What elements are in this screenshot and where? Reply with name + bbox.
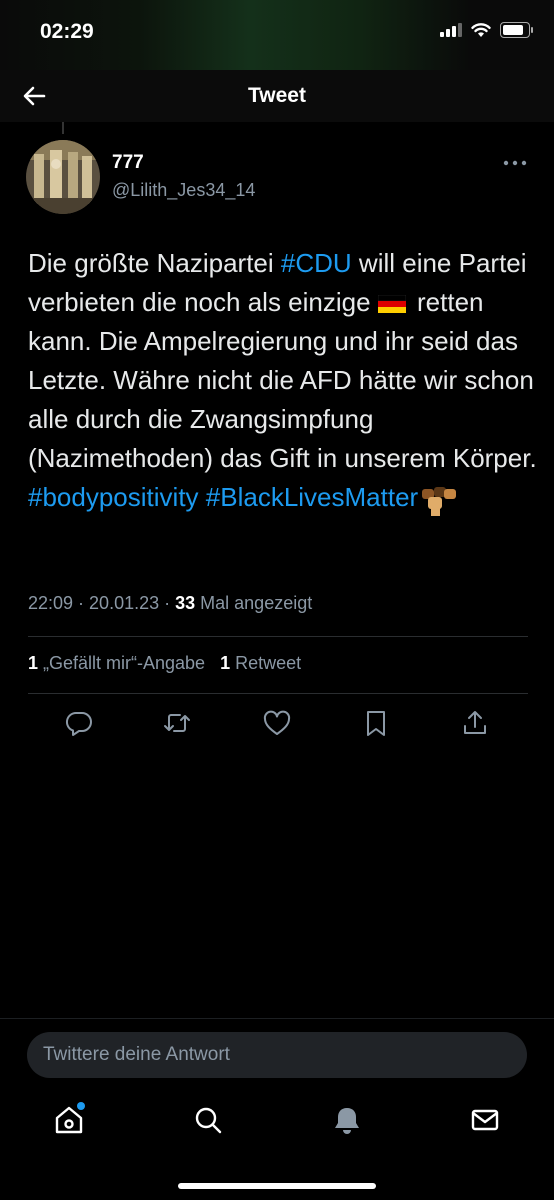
tweet-stats: 1 „Gefällt mir“-Angabe 1 Retweet [28, 653, 301, 674]
home-indicator[interactable] [178, 1183, 376, 1189]
search-icon[interactable] [192, 1104, 224, 1136]
cellular-signal-icon [440, 23, 462, 37]
top-header: Tweet [0, 70, 554, 122]
like-icon[interactable] [262, 708, 292, 738]
notifications-icon[interactable] [331, 1104, 363, 1136]
home-notification-dot [77, 1102, 85, 1110]
divider [28, 636, 528, 637]
retweets-count[interactable]: 1 [220, 653, 230, 673]
tweet-time: 22:09 [28, 593, 74, 613]
divider [28, 693, 528, 694]
likes-count[interactable]: 1 [28, 653, 38, 673]
status-time: 02:29 [40, 20, 94, 43]
reply-input[interactable] [27, 1032, 527, 1078]
messages-icon[interactable] [469, 1104, 501, 1136]
reply-icon[interactable] [64, 708, 94, 738]
battery-icon [500, 22, 533, 38]
hashtag-link[interactable]: #bodypositivity [28, 482, 199, 512]
avatar[interactable] [26, 140, 100, 214]
views-label: Mal angezeigt [195, 593, 313, 613]
avatar-image [26, 140, 100, 214]
retweet-icon[interactable] [162, 708, 192, 738]
germany-flag-icon [377, 295, 406, 314]
wifi-icon [471, 22, 491, 37]
retweets-label[interactable]: Retweet [230, 653, 301, 673]
status-bar: 02:29 [0, 0, 554, 70]
hashtag-link[interactable]: #BlackLivesMatter [206, 482, 418, 512]
meta-separator: · [159, 593, 176, 613]
tweet-text-segment: Die größte Nazipartei [28, 248, 281, 278]
author-handle[interactable]: @Lilith_Jes34_14 [112, 180, 255, 201]
meta-separator: · [73, 593, 90, 613]
views-count[interactable]: 33 [175, 593, 195, 613]
raised-fists-icon [422, 487, 457, 517]
tweet-text: Die größte Nazipartei #CDU will eine Par… [28, 244, 538, 517]
status-icons [440, 22, 533, 38]
bookmark-icon[interactable] [361, 708, 391, 738]
more-options-icon[interactable] [502, 158, 528, 168]
hashtag-link[interactable]: #CDU [281, 248, 352, 278]
tweet-meta: 22:09 · 20.01.23 · 33 Mal angezeigt [28, 593, 312, 614]
tweet-date: 20.01.23 [89, 593, 160, 613]
share-icon[interactable] [460, 708, 490, 738]
author-display-name[interactable]: 777 [112, 152, 144, 174]
page-title: Tweet [248, 84, 306, 107]
thread-connector [62, 122, 64, 134]
likes-label[interactable]: „Gefällt mir“-Angabe [38, 653, 205, 673]
